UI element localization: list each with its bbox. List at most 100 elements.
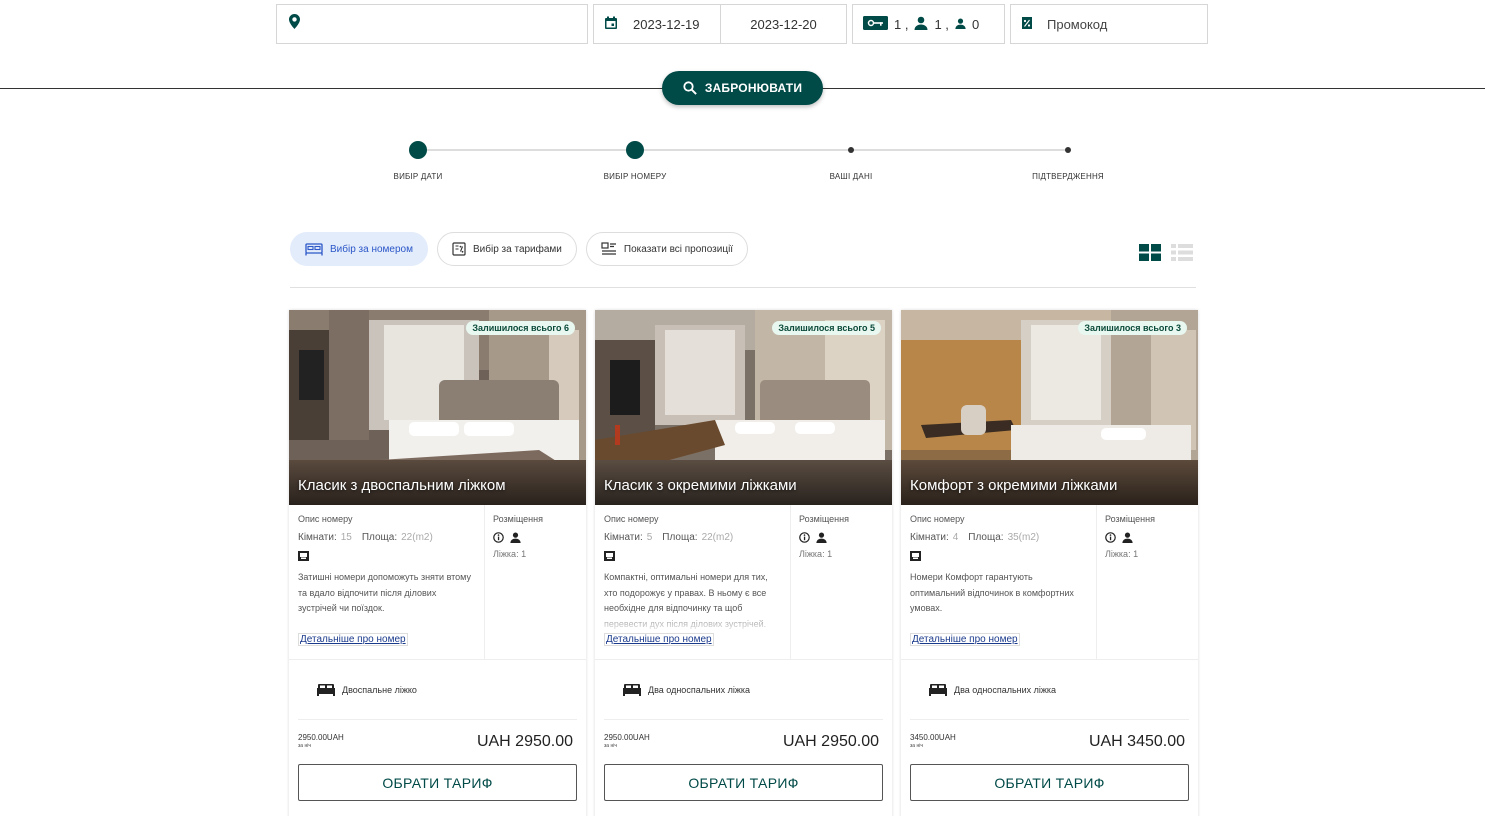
bed-icon [305,242,323,255]
person-icon [1122,532,1133,543]
room-card: Залишилося всього 3 Комфорт з окремими л… [901,310,1198,816]
choose-rate-button[interactable]: ОБРАТИ ТАРИФ [910,764,1189,801]
search-bar: 2023-12-19 2023-12-20 1 , 1 , 0 [276,4,1208,44]
beds-count: Ліжка: 1 [1105,549,1139,559]
layout-toggle [1139,244,1193,266]
booking-stepper: ВИБІР ДАТИ ВИБІР НОМЕРУ ВАШІ ДАНІ ПІДТВЕ… [360,140,1160,190]
promo-code-field[interactable] [1010,4,1208,44]
room-meta: Кімнати: 4 Площа: 35(m2) [910,532,1040,543]
info-icon[interactable] [799,532,810,543]
room-description-block: Опис номеру Кімнати: 15 Площа: 22(m2) За… [289,505,485,659]
person-icon [510,532,521,543]
room-card: Залишилося всього 5 Класик з окремими лі… [595,310,892,816]
twin-beds-icon [623,683,641,696]
price-total: UAH 3450.00 [1088,733,1185,750]
step-your-data: ВАШІ ДАНІ [791,140,911,181]
view-filters: Вибір за номером Вибір за тарифами Показ… [290,232,749,266]
room-meta: Кімнати: 15 Площа: 22(m2) [298,532,433,543]
placement-block: Розміщення Ліжка: 1 [1105,514,1155,559]
double-bed-icon [317,683,335,696]
tariff-icon [452,242,466,256]
room-meta: Кімнати: 5 Площа: 22(m2) [604,532,734,543]
price-total: UAH 2950.00 [476,733,573,750]
room-cards: Залишилося всього 6 Класик з двоспальним… [289,310,1198,816]
availability-badge: Залишилося всього 5 [772,321,881,335]
choose-rate-button[interactable]: ОБРАТИ ТАРИФ [298,764,577,801]
step-dot-pending [848,147,854,153]
step-select-room[interactable]: ВИБІР НОМЕРУ [575,140,695,181]
children-count: 0 [955,17,979,32]
check-in-date[interactable]: 2023-12-19 [594,5,721,43]
price-row: 3450.00UAH за ніч UAH 3450.00 [901,720,1198,764]
beds-count: Ліжка: 1 [799,549,833,559]
calendar-icon [604,16,618,33]
check-in-value: 2023-12-19 [633,16,700,32]
amenity-icon [910,548,1088,566]
bed-type: Два односпальних ліжка [910,660,1189,720]
room-description-block: Опис номеру Кімнати: 4 Площа: 35(m2) Ном… [901,505,1097,659]
price-per-night: 2950.00UAH за ніч [604,733,650,750]
guests-selector[interactable]: 1 , 1 , 0 [852,4,1005,44]
room-name: Класик з окремими ліжками [604,477,797,494]
room-details-link[interactable]: Детальніше про номер [604,633,714,646]
step-dot-done [409,141,427,159]
key-card-icon [863,15,888,33]
price-row: 2950.00UAH за ніч UAH 2950.00 [595,720,892,764]
room-card: Залишилося всього 6 Класик з двоспальним… [289,310,586,816]
placement-block: Розміщення Ліжка: 1 [799,514,849,559]
adults-count: 1 , [914,16,949,33]
availability-badge: Залишилося всього 6 [466,321,575,335]
promo-code-input[interactable] [1047,16,1197,32]
room-photo[interactable]: Залишилося всього 3 Комфорт з окремими л… [901,310,1198,505]
search-icon [683,81,697,95]
grid-view-icon[interactable] [1139,244,1161,266]
info-icon[interactable] [493,532,504,543]
room-info: Опис номеру Кімнати: 5 Площа: 22(m2) Ком… [595,505,892,660]
location-field[interactable] [276,4,588,44]
check-out-date[interactable]: 2023-12-20 [721,5,846,43]
room-photo[interactable]: Залишилося всього 6 Класик з двоспальним… [289,310,586,505]
filters-divider [290,287,1196,288]
room-photo[interactable]: Залишилося всього 5 Класик з окремими лі… [595,310,892,505]
twin-beds-icon [929,683,947,696]
offers-icon [601,242,616,255]
beds-count: Ліжка: 1 [493,549,527,559]
discount-tag-icon [1021,16,1033,33]
person-icon [816,532,827,543]
step-confirmation: ПІДТВЕРДЖЕННЯ [1008,140,1128,181]
room-description-block: Опис номеру Кімнати: 5 Площа: 22(m2) Ком… [595,505,791,659]
price-per-night: 2950.00UAH за ніч [298,733,344,750]
amenity-icon [298,548,476,566]
date-range[interactable]: 2023-12-19 2023-12-20 [593,4,847,44]
placement-block: Розміщення Ліжка: 1 [493,514,543,559]
choose-rate-button[interactable]: ОБРАТИ ТАРИФ [604,764,883,801]
room-name: Класик з двоспальним ліжком [298,477,506,494]
filter-by-room[interactable]: Вибір за номером [290,232,428,266]
price-per-night: 3450.00UAH за ніч [910,733,956,750]
list-view-icon[interactable] [1171,244,1193,266]
book-button[interactable]: ЗАБРОНЮВАТИ [662,71,823,105]
room-details-link[interactable]: Детальніше про номер [910,633,1020,646]
adult-icon [914,16,928,33]
amenity-icon [604,548,782,566]
bed-type: Два односпальних ліжка [604,660,883,720]
room-info: Опис номеру Кімнати: 15 Площа: 22(m2) За… [289,505,586,660]
stepper-line [418,149,1068,151]
step-select-date[interactable]: ВИБІР ДАТИ [358,140,478,181]
info-icon[interactable] [1105,532,1116,543]
filter-show-all[interactable]: Показати всі пропозиції [585,232,749,266]
step-dot-done [626,141,644,159]
room-details-link[interactable]: Детальніше про номер [298,633,408,646]
book-button-label: ЗАБРОНЮВАТИ [704,81,803,95]
filter-by-rate[interactable]: Вибір за тарифами [437,232,577,266]
map-pin-icon [289,14,300,34]
price-total: UAH 2950.00 [782,733,879,750]
step-dot-pending [1065,147,1071,153]
room-info: Опис номеру Кімнати: 4 Площа: 35(m2) Ном… [901,505,1198,660]
room-name: Комфорт з окремими ліжками [910,477,1118,494]
availability-badge: Залишилося всього 3 [1078,321,1187,335]
rooms-count: 1 , [863,15,908,33]
check-out-value: 2023-12-20 [750,16,817,32]
bed-type: Двоспальне ліжко [298,660,577,720]
child-icon [955,17,966,32]
